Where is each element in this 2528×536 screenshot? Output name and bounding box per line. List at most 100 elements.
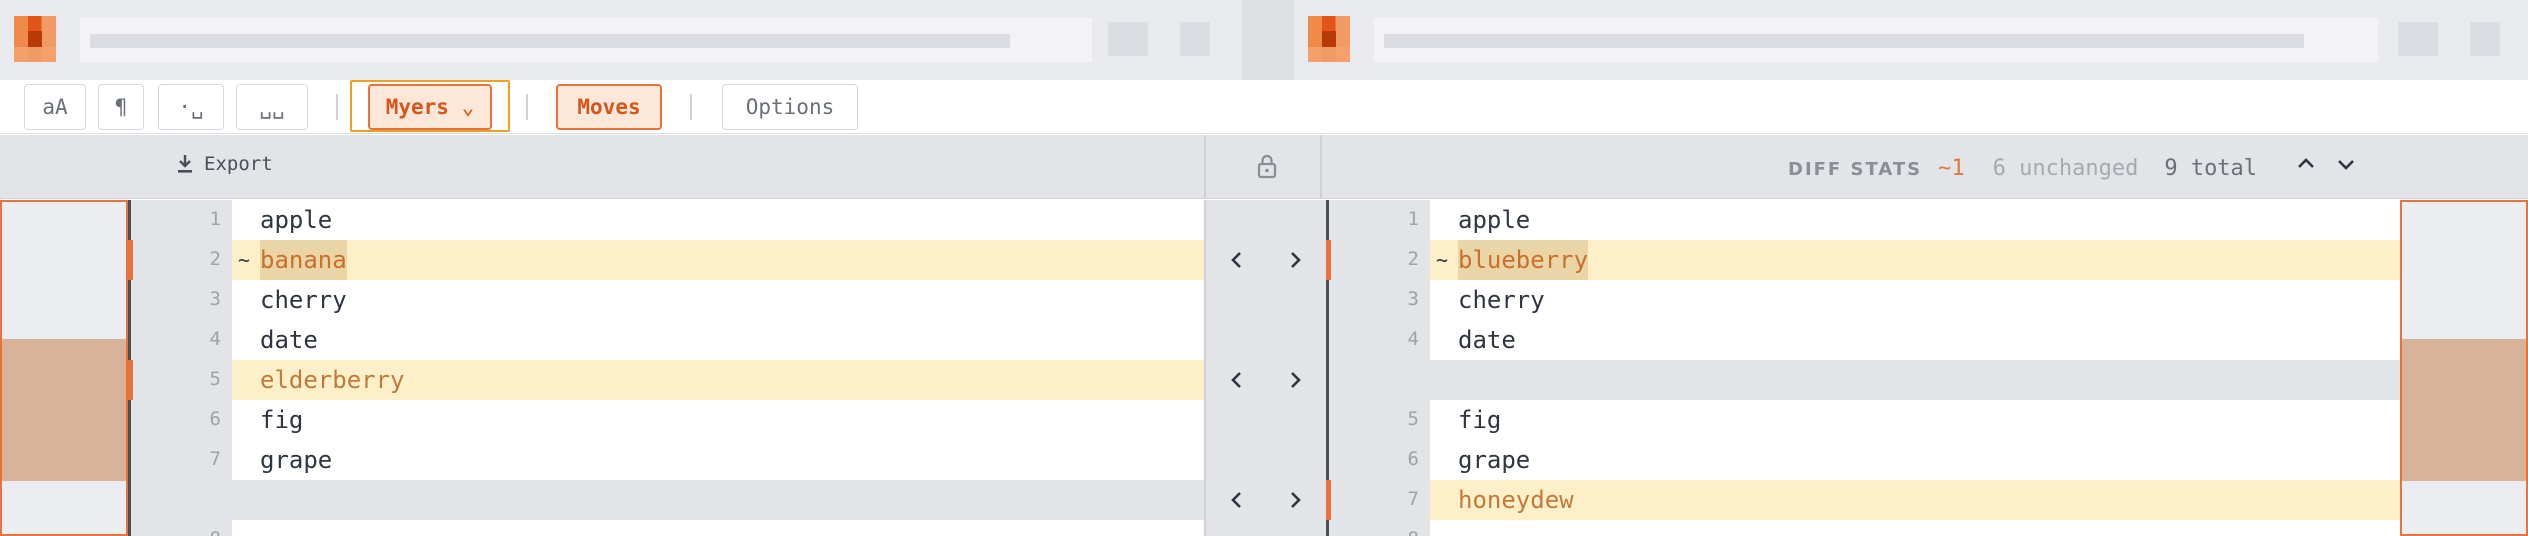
right-bar-button-2[interactable] [2470,22,2500,56]
code-line: apple [232,200,1204,240]
merge-arrows-column [1204,200,1326,536]
code-line: fig [1430,400,2400,440]
line-number: 1 [209,208,221,230]
chevron-right-icon[interactable] [1284,489,1306,511]
diff-stats: DIFF STATS ~1 6 unchanged 9 total [1788,153,2373,181]
changed-count: ~1 [1938,156,1965,181]
moves-toggle-button[interactable]: Moves [556,84,662,130]
left-window-bar [0,0,1242,80]
chevron-up-icon[interactable] [2293,153,2319,175]
code-line-removed: elderberry [232,360,1204,400]
line-text: cherry [1458,286,1545,314]
chevron-left-icon[interactable] [1226,369,1248,391]
code-line: cherry [232,280,1204,320]
code-line-modified: ~ blueberry [1430,240,2400,280]
toolbar-divider [690,94,692,120]
left-address-bar[interactable] [80,18,1092,62]
code-line-added: honeydew [1430,480,2400,520]
download-icon [178,155,192,173]
line-number: 8 [1329,528,1419,536]
options-button[interactable]: Options [722,84,858,130]
line-number: 2 [209,248,221,270]
merge-arrows [1226,360,1306,400]
code-line: apple [1430,200,2400,240]
line-text: fig [1458,406,1502,434]
line-text: fig [260,406,304,434]
line-text-highlighted: banana [260,240,347,280]
line-text: cherry [260,286,347,314]
line-number: 5 [1407,408,1419,430]
line-number: 8 [131,528,221,536]
line-text: date [260,326,318,354]
minimap-change-block [2402,339,2526,481]
right-window-bar [1294,0,2528,80]
merge-arrows [1226,480,1306,520]
chevron-left-icon[interactable] [1226,489,1248,511]
chevron-right-icon[interactable] [1284,369,1306,391]
right-address-bar[interactable] [1374,18,2378,62]
left-bar-button-2[interactable] [1180,22,1210,56]
line-number: 6 [1407,448,1419,470]
left-minimap[interactable] [0,200,128,536]
unchanged-count: 6 unchanged [1992,156,2139,181]
merge-arrows [1226,240,1306,280]
minimap-change-block [2,339,126,481]
left-code-pane[interactable]: apple ~ banana cherry date elderberry fi… [232,200,1204,536]
pilcrow-toggle-button[interactable]: ¶ [98,84,144,130]
code-line: date [1430,320,2400,360]
sync-scroll-header [1204,135,1322,199]
chevron-right-icon[interactable] [1284,249,1306,271]
code-line: date [232,320,1204,360]
lock-icon[interactable] [1256,153,1278,179]
total-count: 9 total [2164,156,2258,181]
line-text: elderberry [260,366,405,394]
line-text: date [1458,326,1516,354]
chevron-left-icon[interactable] [1226,249,1248,271]
left-line-gutter: 1 2 3 4 5 6 7 8 [128,200,232,536]
line-number: 3 [209,288,221,310]
export-label: Export [204,153,273,175]
left-pane-header: Export [0,135,1204,199]
app-logo [14,16,56,62]
right-minimap[interactable] [2400,200,2528,536]
line-text: apple [1458,206,1531,234]
export-button[interactable]: Export [176,153,273,175]
line-number: 4 [1407,328,1419,350]
line-number: 1 [1407,208,1419,230]
window-gap [1242,0,1294,80]
chevron-down-icon[interactable] [2333,153,2359,175]
toolbar-divider [336,94,338,120]
line-number: 3 [1407,288,1419,310]
right-line-gutter: 1 2 3 4 5 6 7 8 [1326,200,1430,536]
code-line-modified: ~ banana [232,240,1204,280]
case-toggle-button[interactable]: aA [24,84,86,130]
line-number: 4 [209,328,221,350]
code-line: cherry [1430,280,2400,320]
modified-marker: ~ [1436,248,1449,272]
browser-chrome [0,0,2528,80]
line-text: apple [260,206,333,234]
line-text-highlighted: blueberry [1458,240,1589,280]
algorithm-select-button[interactable]: Myers ⌄ [368,84,492,130]
right-pane-header: DIFF STATS ~1 6 unchanged 9 total [1322,135,2528,199]
filler-line [1430,360,2400,400]
right-code-pane[interactable]: apple ~ blueberry cherry date fig grape … [1430,200,2400,536]
right-bar-button[interactable] [2398,22,2438,56]
diff-stats-title: DIFF STATS [1788,159,1923,180]
whitespace-dot-toggle-button[interactable]: ·␣ [158,84,224,130]
code-line: grape [232,440,1204,480]
line-number: 5 [209,368,221,390]
filler-line [232,480,1204,520]
left-bar-button[interactable] [1108,22,1148,56]
app-logo-right [1308,16,1350,62]
line-number: 7 [1407,488,1419,510]
line-text: grape [1458,446,1531,474]
line-number: 7 [209,448,221,470]
double-space-toggle-button[interactable]: ␣␣ [236,84,308,130]
line-number: 2 [1407,248,1419,270]
line-number: 6 [209,408,221,430]
diff-toolbar: aA ¶ ·␣ ␣␣ Myers ⌄ Moves Options [0,80,2528,134]
line-text: grape [260,446,333,474]
